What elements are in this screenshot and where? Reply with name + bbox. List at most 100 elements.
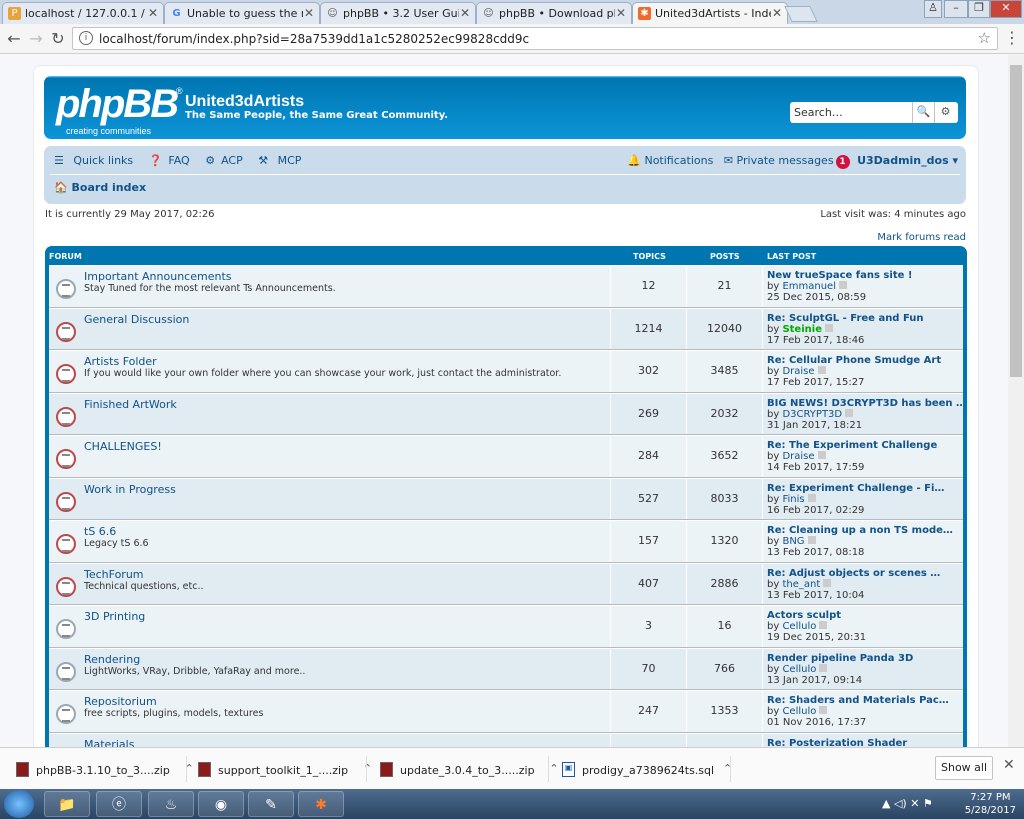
steam-icon[interactable]: ♨: [148, 791, 194, 817]
download-item[interactable]: update_3.0.4_to_3.....zip ⌃: [380, 756, 559, 782]
view-latest-post-icon[interactable]: [807, 536, 816, 544]
restore-icon[interactable]: ❐: [968, 0, 990, 18]
forum-title-link[interactable]: tS 6.6: [84, 525, 116, 538]
info-icon[interactable]: i: [79, 31, 93, 45]
close-tab-icon[interactable]: ✕: [616, 6, 626, 20]
last-post-title-link[interactable]: Render pipeline Panda 3D: [767, 653, 962, 664]
last-post-title-link[interactable]: Re: Cellular Phone Smudge Art: [767, 355, 962, 366]
forum-title-link[interactable]: Repositorium: [84, 695, 157, 708]
close-tab-icon[interactable]: ✕: [148, 6, 158, 20]
last-post-title-link[interactable]: Re: Posterization Shader: [767, 738, 962, 748]
browser-tab-active[interactable]: ✱ United3dArtists - Index page ✕: [632, 2, 788, 24]
view-latest-post-icon[interactable]: [817, 366, 826, 374]
breadcrumb[interactable]: 🏠 Board index: [54, 181, 146, 194]
acp-link[interactable]: ⚙ ACP: [205, 154, 249, 167]
forum-title-link[interactable]: Rendering: [84, 653, 140, 666]
reload-icon[interactable]: ↻: [48, 29, 68, 48]
view-latest-post-icon[interactable]: [819, 706, 828, 714]
forum-row[interactable]: Repositorium free scripts, plugins, model…: [49, 690, 963, 733]
last-post-title-link[interactable]: Re: Cleaning up a non TS mode…: [767, 525, 962, 536]
view-latest-post-icon[interactable]: [817, 451, 826, 459]
forum-row[interactable]: Work in Progress 527 8033 Re: Experiment Ch…: [49, 477, 963, 520]
site-name[interactable]: United3dArtists: [185, 93, 304, 111]
last-post-title-link[interactable]: Re: Adjust objects or scenes …: [767, 568, 962, 579]
notifications-link[interactable]: 🔔 Notifications: [627, 154, 713, 167]
bookmark-star-icon[interactable]: ☆: [978, 29, 991, 47]
browser-tab[interactable]: P localhost / 127.0.0.1 / phpMyAdmin ✕: [2, 2, 164, 24]
last-post-author-link[interactable]: Draise: [782, 451, 814, 462]
last-post-title-link[interactable]: Actors sculpt: [767, 610, 962, 621]
last-post-author-link[interactable]: Cellulo: [782, 664, 816, 675]
download-item[interactable]: support_toolkit_1_....zip ⌃: [198, 756, 372, 782]
scrollbar-thumb[interactable]: [1010, 65, 1022, 377]
forum-title-link[interactable]: Finished ArtWork: [84, 398, 177, 411]
download-item[interactable]: ▣ prodigy_a7389624ts.sql ⌃: [562, 756, 732, 782]
forum-title-link[interactable]: 3D Printing: [84, 610, 145, 623]
forum-title-link[interactable]: Materials: [84, 738, 134, 748]
view-latest-post-icon[interactable]: [819, 663, 828, 672]
url-text[interactable]: localhost/forum/index.php?sid=28a7539dd1…: [99, 32, 529, 46]
browser-tab[interactable]: ☺ phpBB • Download phpBB ✕: [476, 2, 632, 24]
forum-row[interactable]: Finished ArtWork 269 2032 BIG NEWS! D3CRYPT…: [49, 392, 963, 435]
forum-title-link[interactable]: Artists Folder: [84, 355, 157, 368]
new-tab-button[interactable]: [784, 6, 818, 22]
last-post-author-link[interactable]: Emmanuel: [782, 281, 836, 292]
last-post-author-link[interactable]: Finis: [782, 494, 804, 505]
last-post-author-link[interactable]: Cellulo: [782, 621, 816, 632]
scrollbar[interactable]: [1008, 55, 1024, 747]
close-tab-icon[interactable]: ✕: [304, 6, 314, 20]
last-post-author-link[interactable]: BNG: [782, 536, 804, 547]
xampp-icon[interactable]: ✱: [298, 791, 344, 817]
forum-row[interactable]: 3D Printing 3 16 Actors sculpt by Cellulo 19 …: [49, 605, 963, 648]
forum-row[interactable]: MaterialsDx Shaders, Vray Materials, LW …: [49, 732, 963, 748]
search-icon[interactable]: 🔍: [912, 102, 934, 123]
forum-row[interactable]: Rendering LightWorks, VRay, Dribble, Yafa…: [49, 647, 963, 690]
chrome-icon[interactable]: ◉: [198, 791, 244, 817]
last-post-title-link[interactable]: New trueSpace fans site !: [767, 270, 962, 281]
forum-title-link[interactable]: Important Announcements: [84, 270, 232, 283]
faq-link[interactable]: ❓ FAQ: [149, 154, 196, 167]
forum-title-link[interactable]: General Discussion: [84, 313, 189, 326]
close-tab-icon[interactable]: ✕: [772, 6, 782, 20]
forum-title-link[interactable]: TechForum: [84, 568, 144, 581]
browser-tab[interactable]: G Unable to guess the mime type ✕: [164, 2, 320, 24]
forum-row[interactable]: CHALLENGES! 284 3652 Re: The Experiment Cha…: [49, 435, 963, 478]
show-all-downloads-button[interactable]: Show all: [935, 756, 993, 780]
file-explorer-icon[interactable]: 📁: [44, 791, 90, 817]
back-arrow-icon[interactable]: ←: [4, 29, 24, 48]
forum-row[interactable]: Important Announcements Stay Tuned for th…: [49, 265, 963, 308]
last-post-author-link[interactable]: Steinie: [782, 324, 822, 335]
download-item[interactable]: phpBB-3.1.10_to_3....zip ⌃: [16, 756, 194, 782]
forum-row[interactable]: TechForum Technical questions, etc.. 407 28…: [49, 562, 963, 605]
mcp-link[interactable]: ⚒ MCP: [258, 154, 307, 167]
close-tab-icon[interactable]: ✕: [460, 6, 470, 20]
forum-title-link[interactable]: CHALLENGES!: [84, 440, 162, 453]
system-tray[interactable]: ▲ ◁) ✕ ⚑: [882, 797, 933, 810]
notepad-icon[interactable]: ✎: [248, 791, 294, 817]
last-post-title-link[interactable]: Re: SculptGL - Free and Fun: [767, 313, 962, 324]
quick-links-menu[interactable]: ☰ Quick links: [54, 154, 139, 167]
chevron-up-icon[interactable]: ⌃: [363, 762, 372, 775]
gear-icon[interactable]: ⚙: [934, 102, 956, 123]
last-post-title-link[interactable]: Re: Experiment Challenge - Fi…: [767, 483, 962, 494]
chevron-up-icon[interactable]: ⌃: [549, 762, 558, 775]
last-post-title-link[interactable]: Re: Shaders and Materials Pac…: [767, 695, 962, 706]
view-latest-post-icon[interactable]: [819, 621, 828, 629]
start-button[interactable]: [4, 790, 34, 818]
forum-row[interactable]: Artists Folder If you would like your own…: [49, 350, 963, 393]
search-input[interactable]: Search…: [794, 106, 843, 119]
view-latest-post-icon[interactable]: [845, 408, 854, 417]
last-post-title-link[interactable]: Re: The Experiment Challenge: [767, 440, 962, 451]
phpbb-logo[interactable]: phpBB ® creating communities: [56, 84, 183, 136]
private-messages-link[interactable]: ✉ Private messages 1: [724, 154, 854, 169]
view-latest-post-icon[interactable]: [807, 493, 816, 502]
minimize-icon[interactable]: –: [944, 0, 968, 18]
close-window-icon[interactable]: ✕: [990, 0, 1022, 18]
last-post-author-link[interactable]: D3CRYPT3D: [782, 409, 842, 420]
browser-menu-icon[interactable]: ⋮: [1004, 28, 1020, 47]
forum-row[interactable]: General Discussion 1214 12040 Re: SculptGL …: [49, 307, 963, 350]
internet-explorer-icon[interactable]: ⓔ: [96, 791, 142, 817]
forum-row[interactable]: tS 6.6 Legacy tS 6.6 157 1320 Re: Cleaning u…: [49, 520, 963, 563]
view-latest-post-icon[interactable]: [839, 281, 847, 289]
close-downloads-icon[interactable]: ✕: [1003, 757, 1015, 773]
